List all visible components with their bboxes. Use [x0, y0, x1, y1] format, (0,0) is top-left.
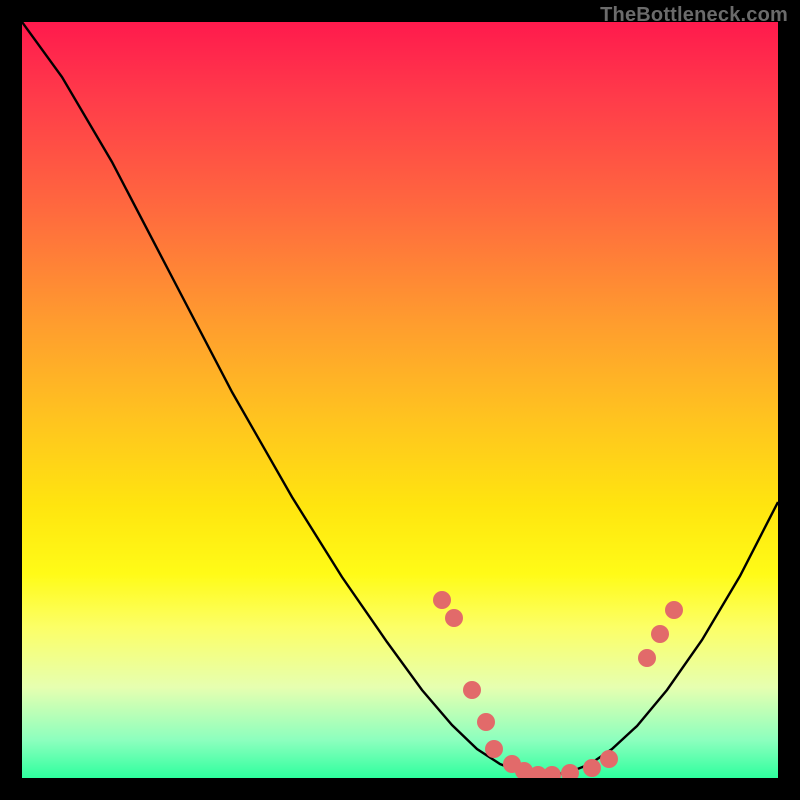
- data-dot: [638, 649, 656, 667]
- data-dot: [651, 625, 669, 643]
- data-dot: [600, 750, 618, 768]
- chart-svg: [22, 22, 778, 778]
- data-dot: [561, 764, 579, 778]
- data-dot: [665, 601, 683, 619]
- data-dot: [445, 609, 463, 627]
- data-dot: [433, 591, 451, 609]
- data-dot: [583, 759, 601, 777]
- watermark-text: TheBottleneck.com: [600, 4, 788, 27]
- data-dot: [485, 740, 503, 758]
- data-dot: [463, 681, 481, 699]
- bottleneck-curve: [22, 22, 778, 775]
- data-dot: [543, 766, 561, 778]
- data-dots-group: [433, 591, 683, 778]
- chart-plot-area: [22, 22, 778, 778]
- data-dot: [477, 713, 495, 731]
